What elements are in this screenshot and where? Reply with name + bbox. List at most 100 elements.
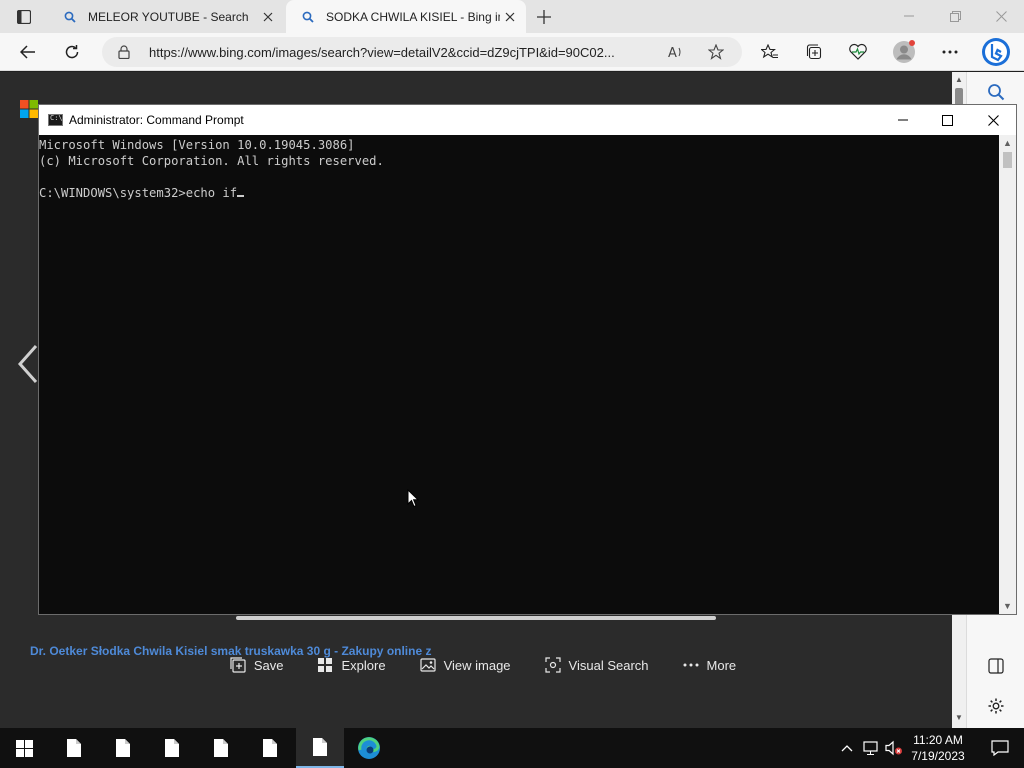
settings-and-more-button[interactable]: [936, 39, 964, 65]
taskbar-file-app-2[interactable]: [99, 728, 147, 768]
taskbar-clock[interactable]: 11:20 AM 7/19/2023: [904, 732, 972, 764]
save-label: Save: [253, 657, 284, 673]
clock-time: 11:20 AM: [913, 733, 963, 747]
gear-icon: [988, 698, 1004, 714]
taskbar-edge[interactable]: [345, 728, 393, 768]
image-actions-bar: Save Explore View image Visual Search Mo…: [0, 632, 966, 698]
result-source-link[interactable]: Dr. Oetker Słodka Chwila Kisiel smak tru…: [30, 644, 930, 658]
taskbar-file-app-1[interactable]: [50, 728, 98, 768]
refresh-button[interactable]: [58, 39, 86, 65]
windows-taskbar: 11:20 AM 7/19/2023: [0, 728, 1024, 768]
minimize-icon: [904, 15, 914, 17]
window-title: Administrator: Command Prompt: [69, 113, 244, 127]
sidebar-toggle-button[interactable]: [984, 654, 1008, 678]
taskbar-file-app-5[interactable]: [246, 728, 294, 768]
avatar-icon: [893, 40, 915, 63]
restore-button[interactable]: [943, 4, 967, 28]
cmd-title-bar[interactable]: C:\ Administrator: Command Prompt: [39, 105, 1016, 135]
scroll-down-icon[interactable]: ▼: [1003, 601, 1012, 611]
browser-tab-bar: MELEOR YOUTUBE - Search SODKA CHWILA KIS…: [0, 0, 1024, 33]
refresh-icon: [65, 45, 79, 59]
taskbar-file-app-3[interactable]: [148, 728, 196, 768]
more-label: More: [706, 657, 737, 673]
show-hidden-icons-button[interactable]: [838, 739, 856, 757]
close-icon[interactable]: [258, 7, 278, 27]
read-aloud-icon[interactable]: A: [668, 44, 684, 63]
browser-toolbar: https://www.bing.com/images/search?view=…: [0, 33, 1024, 71]
tab-actions-button[interactable]: [8, 6, 40, 28]
chevron-left-icon: [17, 345, 38, 383]
volume-muted-icon[interactable]: [885, 739, 903, 757]
taskbar-file-app-4[interactable]: [197, 728, 245, 768]
search-icon: [300, 9, 316, 25]
command-prompt-window[interactable]: C:\ Administrator: Command Prompt Micros…: [38, 104, 1017, 615]
document-icon: [165, 739, 179, 757]
scroll-up-icon[interactable]: ▲: [1003, 138, 1012, 148]
chevron-up-icon: [841, 745, 853, 752]
tab-meleor-youtube[interactable]: MELEOR YOUTUBE - Search: [48, 0, 284, 33]
maximize-icon: [941, 114, 953, 126]
cmd-app-icon[interactable]: C:\: [48, 114, 63, 126]
cmd-vertical-scrollbar[interactable]: ▲ ▼: [999, 135, 1016, 614]
browser-essentials-button[interactable]: [844, 39, 872, 65]
collections-button[interactable]: [800, 39, 828, 65]
tab-sodka-chwila-kisiel[interactable]: SODKA CHWILA KISIEL - Bing im: [286, 0, 526, 33]
bing-chat-icon: [982, 38, 1010, 66]
console-prompt-text: C:\WINDOWS\system32>echo if: [39, 186, 238, 200]
cmd-maximize-button[interactable]: [924, 105, 970, 135]
explore-button[interactable]: Explore: [317, 657, 386, 673]
visual-search-button[interactable]: Visual Search: [544, 657, 649, 673]
taskbar-file-app-6-active[interactable]: [296, 728, 344, 768]
address-bar[interactable]: https://www.bing.com/images/search?view=…: [102, 37, 742, 67]
bing-chat-button[interactable]: [980, 36, 1012, 68]
console-output[interactable]: Microsoft Windows [Version 10.0.19045.30…: [39, 135, 999, 614]
edge-browser-icon: [358, 737, 380, 759]
console-line: Microsoft Windows [Version 10.0.19045.30…: [39, 138, 355, 152]
action-center-button[interactable]: [980, 728, 1020, 768]
scroll-up-icon[interactable]: ▲: [955, 76, 963, 84]
previous-image-button[interactable]: [16, 344, 40, 387]
cmd-close-button[interactable]: [970, 105, 1016, 135]
favorite-star-icon[interactable]: [707, 43, 725, 63]
scroll-down-icon[interactable]: ▼: [955, 714, 963, 722]
back-button[interactable]: [14, 39, 42, 65]
console-prompt-line[interactable]: C:\WINDOWS\system32>echo if: [39, 185, 999, 201]
document-icon: [313, 738, 327, 756]
document-icon: [214, 739, 228, 757]
favorites-button[interactable]: [756, 39, 784, 65]
start-button[interactable]: [0, 728, 48, 768]
more-icon: [683, 663, 699, 667]
grid-icon: [318, 658, 333, 672]
minimize-button[interactable]: [897, 4, 921, 28]
new-tab-button[interactable]: [532, 5, 556, 29]
close-window-button[interactable]: [989, 4, 1013, 28]
save-button[interactable]: Save: [230, 657, 284, 673]
cmd-minimize-button[interactable]: [880, 105, 926, 135]
collections-icon: [806, 44, 822, 60]
sidebar-settings-button[interactable]: [984, 694, 1008, 718]
view-image-label: View image: [443, 657, 511, 673]
text-cursor: [237, 195, 245, 197]
view-image-button[interactable]: View image: [419, 657, 511, 673]
horizontal-scrollbar[interactable]: [236, 616, 716, 620]
search-icon: [62, 9, 78, 25]
profile-button[interactable]: [890, 39, 918, 65]
tab-title: SODKA CHWILA KISIEL - Bing im: [326, 9, 500, 24]
more-button[interactable]: More: [683, 657, 737, 673]
visual-search-icon: [544, 657, 561, 673]
document-icon: [67, 739, 81, 757]
minimize-icon: [898, 119, 908, 121]
heart-pulse-icon: [849, 43, 867, 60]
document-icon: [263, 739, 277, 757]
sidebar-panel-icon: [988, 658, 1004, 674]
scrollbar-thumb[interactable]: [1003, 152, 1012, 168]
close-icon[interactable]: [500, 7, 520, 27]
document-icon: [116, 739, 130, 757]
arrow-left-icon: [20, 45, 35, 59]
network-icon[interactable]: [862, 739, 880, 757]
sidebar-search-button[interactable]: [984, 80, 1008, 104]
svg-text:A: A: [668, 46, 677, 60]
notification-icon: [991, 740, 1009, 756]
more-icon: [942, 50, 958, 54]
